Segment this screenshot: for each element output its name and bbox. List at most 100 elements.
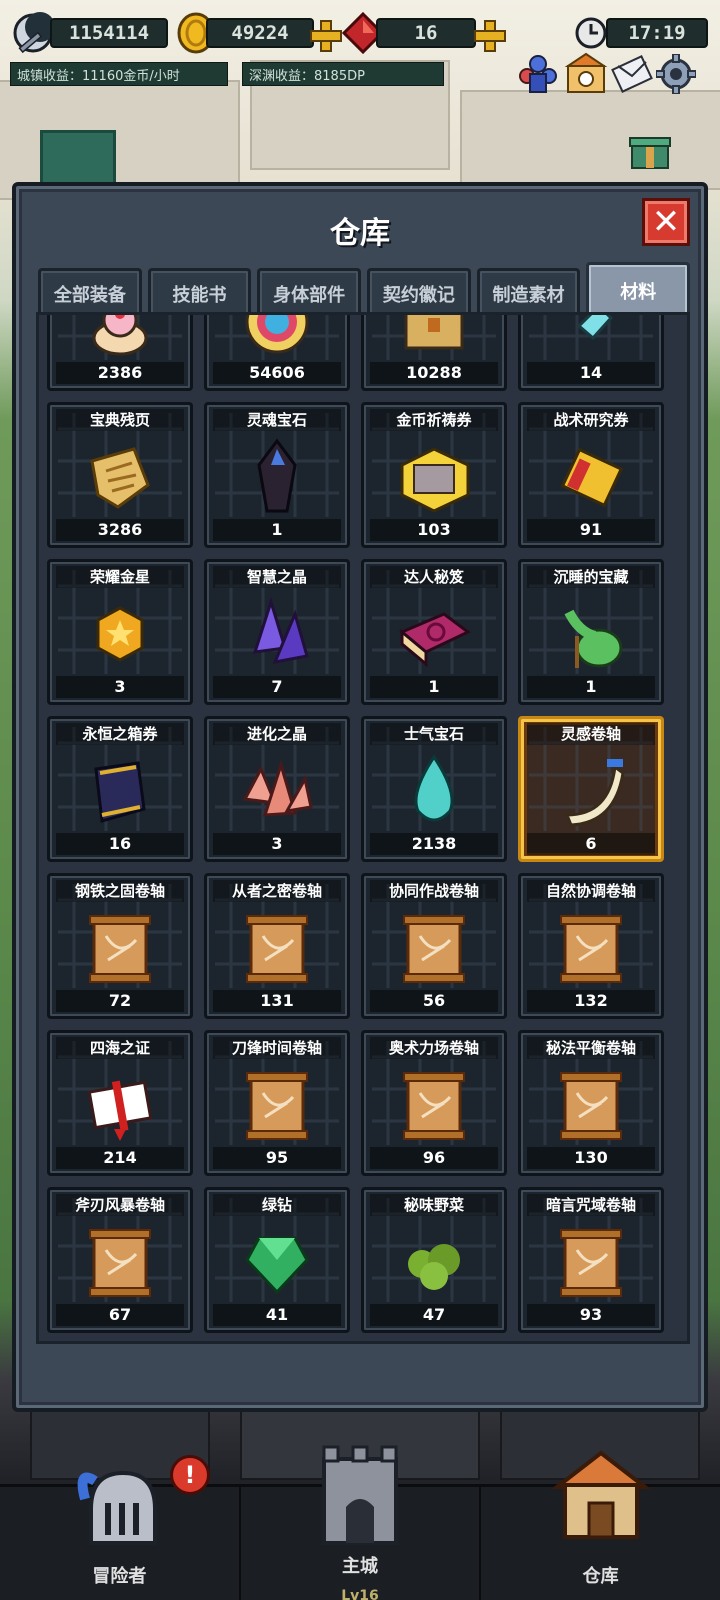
evolution-crystal-icon <box>235 749 319 833</box>
item-name: 暗言咒域卷轴 <box>527 1194 655 1216</box>
scroll-icon <box>549 1220 633 1304</box>
cake-icon <box>78 315 162 362</box>
item-name: 进化之晶 <box>213 723 341 745</box>
item-count: 6 <box>527 833 655 855</box>
item-count: 91 <box>527 519 655 541</box>
item-slot[interactable]: 10288 <box>361 315 507 391</box>
add-gems-button[interactable] <box>474 20 506 52</box>
item-name: 达人秘笈 <box>370 566 498 588</box>
item-count: 131 <box>213 990 341 1012</box>
item-slot[interactable]: 沉睡的宝藏 1 <box>518 559 664 705</box>
tab-5[interactable]: 材料 <box>586 262 691 316</box>
tab-1[interactable]: 技能书 <box>147 268 252 316</box>
close-button[interactable]: ✕ <box>642 198 690 246</box>
item-slot[interactable]: 荣耀金星 3 <box>47 559 193 705</box>
item-slot[interactable]: 秘法平衡卷轴 130 <box>518 1030 664 1176</box>
item-slot[interactable]: 士气宝石 2138 <box>361 716 507 862</box>
item-slot[interactable]: 协同作战卷轴 56 <box>361 873 507 1019</box>
add-gold-button[interactable] <box>310 20 342 52</box>
item-slot[interactable]: 从者之密卷轴 131 <box>204 873 350 1019</box>
wisdom-crystal-icon <box>235 592 319 676</box>
teal-tile <box>40 130 116 190</box>
item-name: 从者之密卷轴 <box>213 880 341 902</box>
item-slot[interactable]: 进化之晶 3 <box>204 716 350 862</box>
item-name: 荣耀金星 <box>56 566 184 588</box>
item-count: 54606 <box>213 362 341 384</box>
pet-shop-icon[interactable] <box>564 52 608 96</box>
item-slot[interactable]: 金币祈祷券 103 <box>361 402 507 548</box>
emerald-icon <box>235 1220 319 1304</box>
nav-warehouse[interactable]: 仓库 <box>481 1450 720 1600</box>
tab-4[interactable]: 制造素材 <box>476 268 581 316</box>
morale-gem-icon <box>392 749 476 833</box>
nav-adventurers[interactable]: ! 冒险者 <box>0 1455 241 1600</box>
scroll-icon <box>392 906 476 990</box>
item-slot[interactable]: 四海之证 214 <box>47 1030 193 1176</box>
item-name: 秘味野菜 <box>370 1194 498 1216</box>
item-grid-viewport[interactable]: 2386 54606 10288 14 宝典残页 3286 灵魂宝石 1 金币祈祷券 103 战术研… <box>36 312 690 1344</box>
close-icon: ✕ <box>651 202 681 242</box>
item-name: 四海之证 <box>56 1037 184 1059</box>
item-slot[interactable]: 战术研究券 91 <box>518 402 664 548</box>
chest-icon <box>392 315 476 362</box>
tab-3[interactable]: 契约徽记 <box>367 268 471 316</box>
item-slot[interactable]: 灵感卷轴 6 <box>518 716 664 862</box>
item-count: 2386 <box>56 362 184 384</box>
item-slot[interactable]: 钢铁之固卷轴 72 <box>47 873 193 1019</box>
gift-box-icon[interactable] <box>628 128 672 172</box>
item-slot[interactable]: 2386 <box>47 315 193 391</box>
gear-icon[interactable] <box>656 54 696 94</box>
item-slot[interactable]: 永恒之箱券 16 <box>47 716 193 862</box>
item-slot[interactable]: 54606 <box>204 315 350 391</box>
item-slot[interactable]: 斧刃风暴卷轴 67 <box>47 1187 193 1333</box>
item-count: 96 <box>370 1147 498 1169</box>
item-name: 自然协调卷轴 <box>527 880 655 902</box>
item-grid: 2386 54606 10288 14 宝典残页 3286 灵魂宝石 1 金币祈祷券 103 战术研… <box>47 315 687 1333</box>
item-count: 10288 <box>370 362 498 384</box>
item-name: 刀锋时间卷轴 <box>213 1037 341 1059</box>
item-count: 1 <box>370 676 498 698</box>
item-count: 95 <box>213 1147 341 1169</box>
herb-icon <box>392 1220 476 1304</box>
item-count: 1 <box>527 676 655 698</box>
gold-ticket-icon <box>392 435 476 519</box>
item-slot[interactable]: 秘味野菜 47 <box>361 1187 507 1333</box>
eternal-scroll-icon <box>78 749 162 833</box>
item-slot[interactable]: 智慧之晶 7 <box>204 559 350 705</box>
item-slot[interactable]: 14 <box>518 315 664 391</box>
item-slot[interactable]: 奥术力场卷轴 96 <box>361 1030 507 1176</box>
item-name: 斧刃风暴卷轴 <box>56 1194 184 1216</box>
mail-icon[interactable] <box>610 52 654 96</box>
nav-main-city[interactable]: 主城 Lv16 <box>241 1445 482 1600</box>
item-count: 132 <box>527 990 655 1012</box>
item-count: 1 <box>213 519 341 541</box>
item-slot[interactable]: 刀锋时间卷轴 95 <box>204 1030 350 1176</box>
item-slot[interactable]: 暗言咒域卷轴 93 <box>518 1187 664 1333</box>
item-count: 56 <box>370 990 498 1012</box>
party-members-icon[interactable] <box>516 52 560 96</box>
item-count: 14 <box>527 362 655 384</box>
category-tabs: 全部装备 技能书 身体部件 契约徽记 制造素材 材料 <box>38 262 691 316</box>
item-slot[interactable]: 自然协调卷轴 132 <box>518 873 664 1019</box>
item-count: 16 <box>56 833 184 855</box>
scroll-icon <box>549 906 633 990</box>
item-slot[interactable]: 达人秘笈 1 <box>361 559 507 705</box>
item-count: 130 <box>527 1147 655 1169</box>
item-count: 7 <box>213 676 341 698</box>
scroll-icon <box>235 1063 319 1147</box>
torn-page-icon <box>78 435 162 519</box>
item-count: 3 <box>56 676 184 698</box>
nav-label-main-city: 主城 <box>342 1556 378 1577</box>
gems-value: 16 <box>376 18 476 48</box>
item-count: 47 <box>370 1304 498 1326</box>
tab-0[interactable]: 全部装备 <box>38 268 142 316</box>
tab-2[interactable]: 身体部件 <box>257 268 362 316</box>
item-name: 宝典残页 <box>56 409 184 431</box>
item-name: 奥术力场卷轴 <box>370 1037 498 1059</box>
item-slot[interactable]: 绿钻 41 <box>204 1187 350 1333</box>
item-slot[interactable]: 宝典残页 3286 <box>47 402 193 548</box>
item-slot[interactable]: 灵魂宝石 1 <box>204 402 350 548</box>
item-name: 协同作战卷轴 <box>370 880 498 902</box>
tactics-ticket-icon <box>549 435 633 519</box>
nav-label-adventurers: 冒险者 <box>92 1566 147 1587</box>
